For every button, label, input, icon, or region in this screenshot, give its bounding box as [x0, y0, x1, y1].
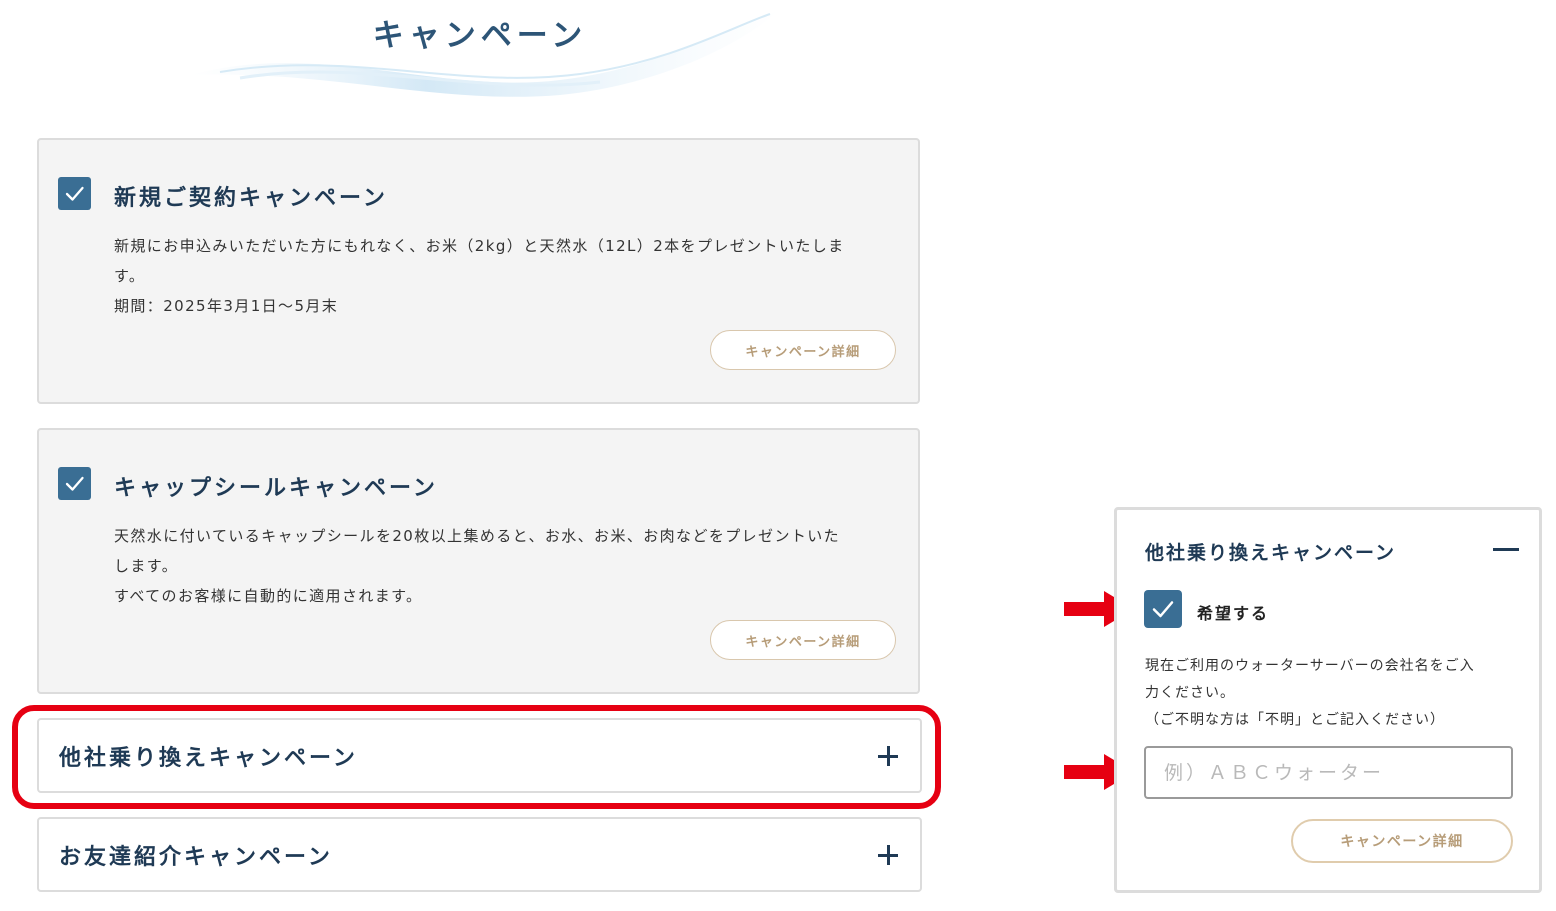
plus-icon[interactable]: [878, 845, 898, 865]
campaign-checkbox[interactable]: [58, 177, 91, 210]
minus-icon[interactable]: [1493, 548, 1519, 551]
campaign-card-new-contract: 新規ご契約キャンペーン 新規にお申込みいただいた方にもれなく、お米（2kg）と天…: [37, 138, 920, 404]
wish-checkbox[interactable]: [1144, 590, 1182, 628]
accordion-title: お友達紹介キャンペーン: [59, 845, 333, 870]
expanded-switch-campaign-panel: 他社乗り換えキャンペーン 希望する 現在ご利用のウォーターサーバーの会社名をご入…: [1114, 507, 1542, 893]
campaign-checkbox[interactable]: [58, 467, 91, 500]
description-line: す。: [114, 267, 146, 285]
checkmark-icon: [65, 186, 84, 201]
accordion-referral-campaign[interactable]: お友達紹介キャンペーン: [37, 817, 922, 892]
campaign-period: 期間：2025年3月1日～5月末: [114, 297, 339, 315]
company-name-input[interactable]: [1144, 746, 1513, 799]
wish-checkbox-label[interactable]: 希望する: [1197, 600, 1269, 624]
page-title: キャンペーン: [372, 18, 588, 54]
description-line: 力ください。: [1145, 685, 1235, 701]
campaign-title: キャップシールキャンペーン: [114, 476, 438, 501]
checkmark-icon: [1152, 601, 1174, 618]
checkmark-icon: [65, 476, 84, 491]
highlight-frame: [12, 705, 941, 809]
description-line: （ご不明な方は「不明」とご記入ください）: [1145, 712, 1445, 728]
description-line: します。: [114, 557, 179, 575]
panel-description: 現在ご利用のウォーターサーバーの会社名をご入 力ください。 （ご不明な方は「不明…: [1145, 653, 1530, 734]
campaign-description: 新規にお申込みいただいた方にもれなく、お米（2kg）と天然水（12L）2本をプレ…: [114, 231, 894, 321]
campaign-detail-button[interactable]: キャンペーン詳細: [710, 620, 896, 660]
description-line: 新規にお申込みいただいた方にもれなく、お米（2kg）と天然水（12L）2本をプレ…: [114, 237, 845, 255]
description-line: 現在ご利用のウォーターサーバーの会社名をご入: [1145, 658, 1475, 674]
campaign-description: 天然水に付いているキャップシールを20枚以上集めると、お水、お米、お肉などをプレ…: [114, 521, 894, 611]
campaign-detail-button[interactable]: キャンペーン詳細: [1291, 819, 1513, 863]
description-line: すべてのお客様に自動的に適用されます。: [114, 587, 423, 605]
campaign-detail-button[interactable]: キャンペーン詳細: [710, 330, 896, 370]
campaign-title: 新規ご契約キャンペーン: [114, 186, 388, 211]
panel-title: 他社乗り換えキャンペーン: [1145, 542, 1397, 564]
campaign-card-cap-seal: キャップシールキャンペーン 天然水に付いているキャップシールを20枚以上集めると…: [37, 428, 920, 694]
description-line: 天然水に付いているキャップシールを20枚以上集めると、お水、お米、お肉などをプレ…: [114, 527, 841, 545]
